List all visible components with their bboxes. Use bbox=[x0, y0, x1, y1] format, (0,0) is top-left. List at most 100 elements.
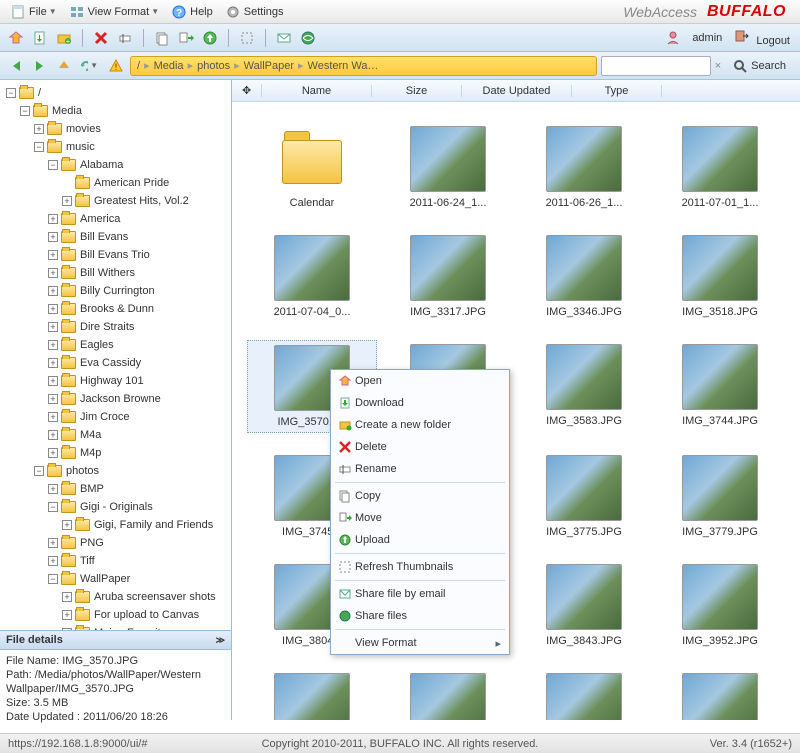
tree-node[interactable]: +Gigi, Family and Friends bbox=[60, 516, 229, 534]
logout-button[interactable]: Logout bbox=[730, 26, 794, 49]
tree-node[interactable]: −Media bbox=[18, 102, 229, 120]
image-item[interactable] bbox=[519, 669, 649, 720]
breadcrumb-item[interactable]: photos bbox=[197, 60, 230, 72]
tree-node[interactable]: +Billy Currington bbox=[46, 282, 229, 300]
tree-node[interactable]: American Pride bbox=[60, 174, 229, 192]
rename-button[interactable] bbox=[115, 28, 135, 48]
ctx-view-format[interactable]: View Format▸ bbox=[331, 632, 509, 654]
refresh-button[interactable]: ▼ bbox=[78, 56, 98, 76]
image-item[interactable]: IMG_3744.JPG bbox=[655, 340, 785, 433]
tree-node[interactable]: +PNG bbox=[46, 534, 229, 552]
tree-node[interactable]: +Aruba screensaver shots bbox=[60, 588, 229, 606]
image-item[interactable]: IMG_3346.JPG bbox=[519, 231, 649, 322]
tree-node[interactable]: +America bbox=[46, 210, 229, 228]
tree-node[interactable]: +Jim Croce bbox=[46, 408, 229, 426]
delete-button[interactable] bbox=[91, 28, 111, 48]
share-button[interactable] bbox=[298, 28, 318, 48]
col-size[interactable]: Size bbox=[372, 85, 462, 97]
image-item[interactable]: 2011-06-26_1... bbox=[519, 122, 649, 213]
refresh-thumbs-button[interactable] bbox=[237, 28, 257, 48]
col-date[interactable]: Date Updated bbox=[462, 85, 572, 97]
tree-node[interactable]: +Eva Cassidy bbox=[46, 354, 229, 372]
new-folder-button[interactable]: + bbox=[54, 28, 74, 48]
tree-node[interactable]: −Alabama bbox=[46, 156, 229, 174]
column-header[interactable]: ✥ Name Size Date Updated Type bbox=[232, 80, 800, 102]
col-type[interactable]: Type bbox=[572, 85, 662, 97]
tree-node[interactable]: +Eagles bbox=[46, 336, 229, 354]
tree-node[interactable]: +M4a bbox=[46, 426, 229, 444]
ctx-copy[interactable]: Copy bbox=[331, 485, 509, 507]
image-item[interactable]: IMG_3779.JPG bbox=[655, 451, 785, 542]
image-item[interactable] bbox=[383, 669, 513, 720]
ctx-move[interactable]: Move bbox=[331, 507, 509, 529]
details-header[interactable]: File details ≫ bbox=[0, 630, 231, 650]
breadcrumb-item[interactable]: WallPaper bbox=[244, 60, 294, 72]
up-button[interactable] bbox=[54, 56, 74, 76]
tree-node[interactable]: +movies bbox=[32, 120, 229, 138]
tree-node[interactable]: +Bill Evans bbox=[46, 228, 229, 246]
tree-node[interactable]: +Greatest Hits, Vol.2 bbox=[60, 192, 229, 210]
open-button[interactable] bbox=[6, 28, 26, 48]
tree-node[interactable]: −photos bbox=[32, 462, 229, 480]
upload-button[interactable] bbox=[200, 28, 220, 48]
ctx-download[interactable]: Download bbox=[331, 392, 509, 414]
share-email-button[interactable] bbox=[274, 28, 294, 48]
image-item[interactable] bbox=[655, 669, 785, 720]
image-item[interactable]: IMG_3583.JPG bbox=[519, 340, 649, 433]
image-item[interactable]: IMG_3518.JPG bbox=[655, 231, 785, 322]
move-button[interactable] bbox=[176, 28, 196, 48]
tree-node[interactable]: −Gigi - Originals bbox=[46, 498, 229, 516]
alert-icon[interactable]: ! bbox=[106, 56, 126, 76]
image-item[interactable]: 2011-06-24_1... bbox=[383, 122, 513, 213]
menu-file[interactable]: File▼ bbox=[4, 2, 63, 22]
tree-node[interactable]: +Tiff bbox=[46, 552, 229, 570]
image-item[interactable]: 2011-07-01_1... bbox=[655, 122, 785, 213]
image-item[interactable]: IMG_3952.JPG bbox=[655, 560, 785, 651]
ctx-rename[interactable]: Rename bbox=[331, 458, 509, 480]
tree-node[interactable]: −music bbox=[32, 138, 229, 156]
forward-button[interactable] bbox=[30, 56, 50, 76]
folder-item[interactable]: Calendar bbox=[247, 122, 377, 213]
tree-node[interactable]: +BMP bbox=[46, 480, 229, 498]
image-item[interactable]: IMG_3317.JPG bbox=[383, 231, 513, 322]
tree-node[interactable]: +Dire Straits bbox=[46, 318, 229, 336]
tree-node[interactable]: +For upload to Canvas bbox=[60, 606, 229, 624]
ctx-share[interactable]: Share files bbox=[331, 605, 509, 627]
search-button[interactable]: Search bbox=[725, 57, 794, 75]
breadcrumb-item[interactable]: Media bbox=[154, 60, 184, 72]
breadcrumb-root[interactable]: / bbox=[137, 60, 140, 72]
ctx-open[interactable]: Open bbox=[331, 370, 509, 392]
folder-tree[interactable]: −/−Media+movies−music−AlabamaAmerican Pr… bbox=[0, 80, 231, 630]
breadcrumb[interactable]: /▸ Media▸ photos▸ WallPaper▸ Western Wa… bbox=[130, 56, 597, 76]
col-name[interactable]: Name bbox=[262, 85, 372, 97]
ctx-delete[interactable]: Delete bbox=[331, 436, 509, 458]
menu-view-format[interactable]: View Format▼ bbox=[63, 2, 165, 22]
ctx-new-folder[interactable]: Create a new folder bbox=[331, 414, 509, 436]
thumbnail-view[interactable]: Calendar2011-06-24_1...2011-06-26_1...20… bbox=[232, 102, 800, 720]
col-icon[interactable]: ✥ bbox=[232, 84, 262, 97]
ctx-share-email[interactable]: Share file by email bbox=[331, 583, 509, 605]
menu-settings[interactable]: Settings bbox=[219, 2, 290, 22]
tree-node[interactable]: +Jackson Browne bbox=[46, 390, 229, 408]
collapse-icon[interactable]: ≫ bbox=[216, 635, 225, 646]
tree-node[interactable]: +Brooks & Dunn bbox=[46, 300, 229, 318]
tree-node[interactable]: +Bill Withers bbox=[46, 264, 229, 282]
breadcrumb-item[interactable]: Western Wa… bbox=[308, 60, 379, 72]
image-item[interactable]: IMG_3775.JPG bbox=[519, 451, 649, 542]
back-button[interactable] bbox=[6, 56, 26, 76]
search-input[interactable] bbox=[601, 56, 711, 76]
menu-help[interactable]: ? Help bbox=[165, 2, 219, 22]
image-item[interactable]: 2011-07-04_0... bbox=[247, 231, 377, 322]
tree-node[interactable]: +M4p bbox=[46, 444, 229, 462]
tree-node[interactable]: +Highway 101 bbox=[46, 372, 229, 390]
copy-button[interactable] bbox=[152, 28, 172, 48]
clear-search-icon[interactable]: × bbox=[715, 60, 721, 72]
ctx-upload[interactable]: Upload bbox=[331, 529, 509, 551]
image-item[interactable] bbox=[247, 669, 377, 720]
tree-node[interactable]: +Bill Evans Trio bbox=[46, 246, 229, 264]
tree-node[interactable]: −WallPaper bbox=[46, 570, 229, 588]
ctx-refresh-thumbs[interactable]: Refresh Thumbnails bbox=[331, 556, 509, 578]
download-button[interactable] bbox=[30, 28, 50, 48]
tree-root[interactable]: −/ bbox=[4, 84, 229, 102]
image-item[interactable]: IMG_3843.JPG bbox=[519, 560, 649, 651]
